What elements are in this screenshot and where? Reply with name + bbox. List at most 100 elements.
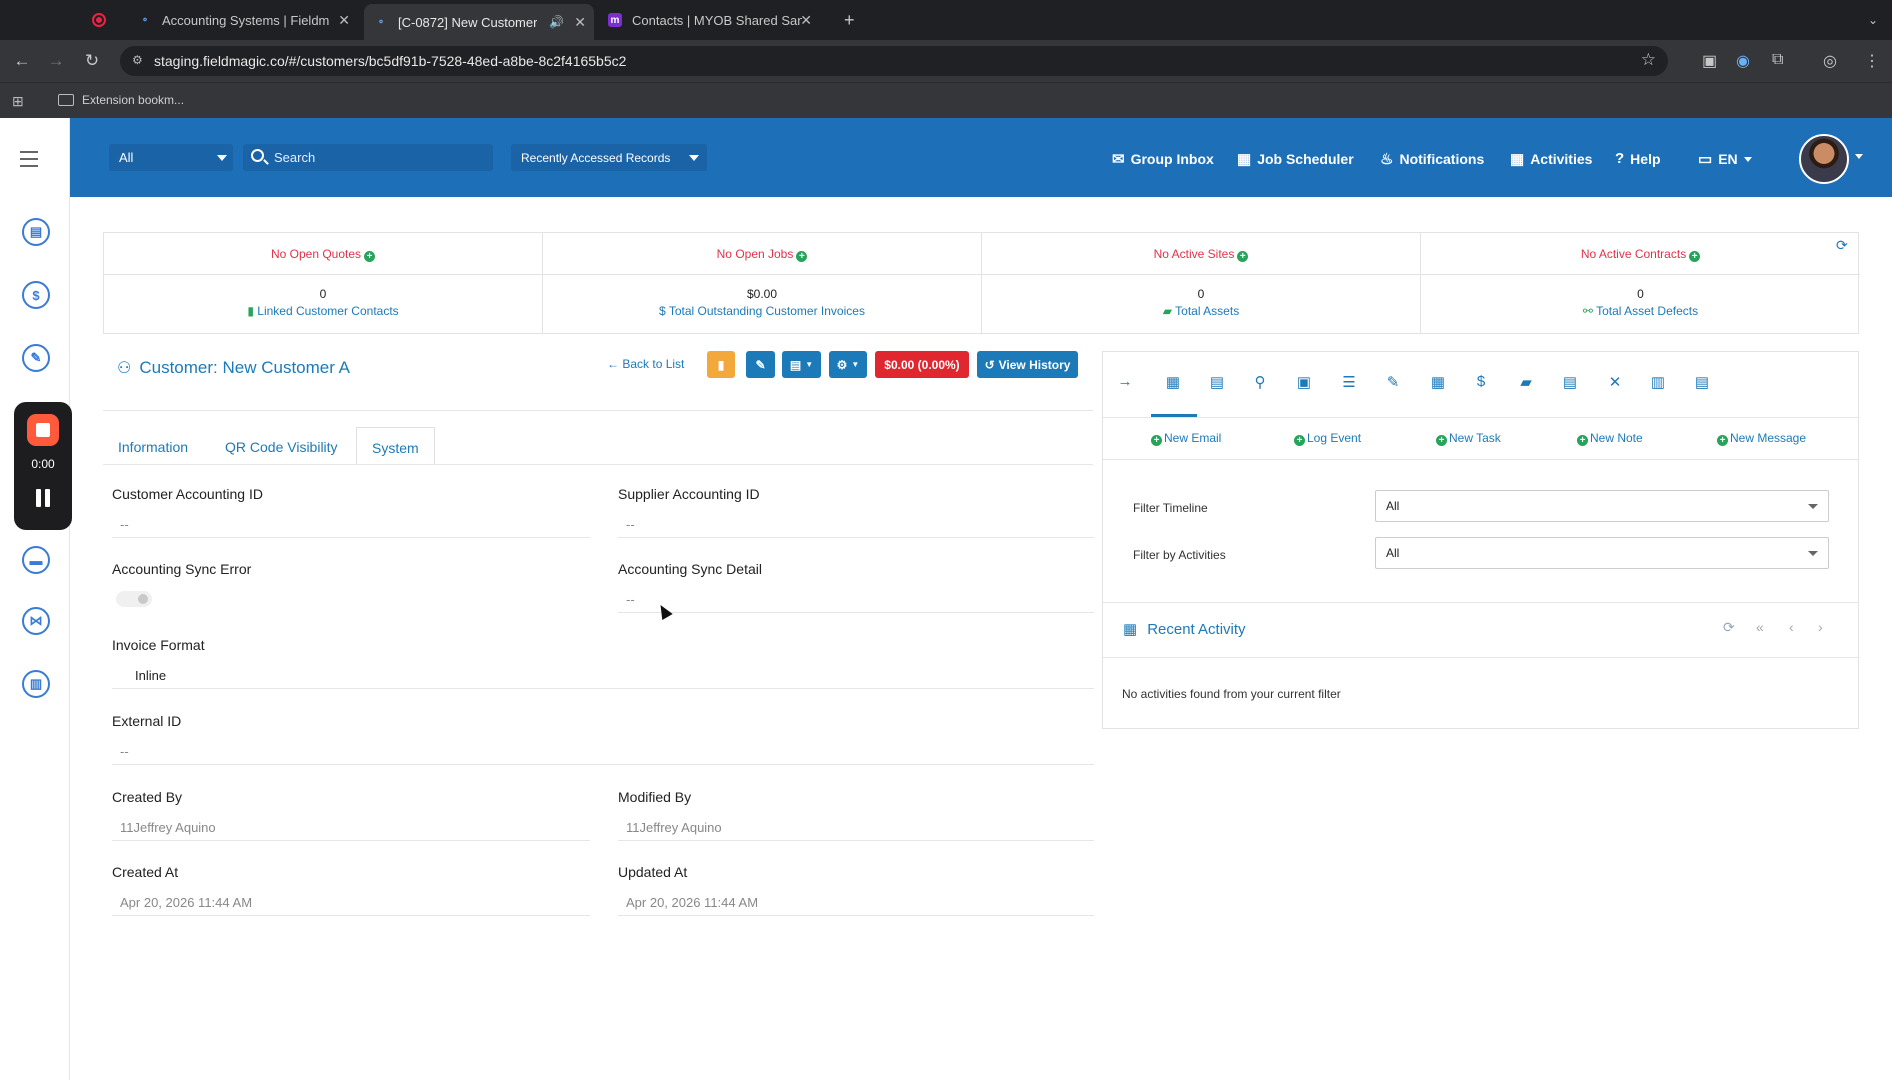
language-select[interactable]: ▭ EN (1698, 150, 1752, 168)
wrench-icon[interactable]: ✎ (22, 344, 50, 372)
accounting-sync-error-toggle[interactable] (116, 591, 152, 607)
add-circle-icon[interactable]: + (364, 251, 376, 262)
pause-icon[interactable] (35, 489, 51, 507)
browser-tab-customer[interactable]: ∘ [C-0872] New Customer 🔊 ✕ (364, 4, 594, 40)
dollar-icon[interactable]: $ (1471, 373, 1491, 393)
new-task-button[interactable]: + New Task (1436, 431, 1501, 446)
arrow-right-icon[interactable]: → (1115, 373, 1135, 393)
scope-select[interactable]: All (109, 144, 233, 171)
site-info-icon[interactable]: ⚙ (132, 53, 146, 67)
settings-dropdown-button[interactable]: ⚙ ▼ (829, 351, 867, 378)
open-quotes-link[interactable]: No Open Quotes + (104, 233, 542, 275)
reload-icon[interactable]: ↻ (82, 51, 102, 71)
add-circle-icon[interactable]: + (796, 251, 808, 262)
tab-qr-code-visibility[interactable]: QR Code Visibility (225, 427, 338, 465)
edit-button[interactable]: ✎ (746, 351, 775, 378)
tab-search-icon[interactable]: ⌄ (1858, 6, 1884, 34)
document-icon[interactable]: ▤ (1560, 373, 1580, 393)
add-circle-icon[interactable]: + (1237, 251, 1249, 262)
extensions-puzzle-icon[interactable]: ⧉ (1772, 51, 1783, 69)
help-link[interactable]: ? Help (1615, 150, 1661, 167)
dollar-icon[interactable]: $ (22, 281, 50, 309)
browser-tab-bar: ∘ Accounting Systems | Fieldm ✕ ∘ [C-087… (0, 0, 1892, 40)
url-input[interactable]: ⚙ staging.fieldmagic.co/#/customers/bc5d… (120, 46, 1668, 76)
briefcase-icon[interactable]: ▰ (1516, 373, 1536, 393)
back-arrow-icon[interactable]: ← (12, 51, 32, 71)
tab-audio-icon[interactable]: 🔊 (549, 15, 564, 29)
tab-close-icon[interactable]: ✕ (574, 14, 586, 31)
browser-tab-myob[interactable]: m Contacts | MYOB Shared San ✕ (598, 6, 820, 34)
stop-recording-button[interactable] (27, 414, 59, 446)
notifications-label: Notifications (1399, 151, 1485, 167)
add-circle-icon[interactable]: + (1689, 251, 1701, 262)
file-text-icon[interactable]: ▤ (1692, 373, 1712, 393)
asset-defects-link[interactable]: ⚯ Total Asset Defects (1421, 301, 1860, 318)
new-tab-icon[interactable]: + (834, 6, 860, 34)
browser-tab-accounting[interactable]: ∘ Accounting Systems | Fieldm ✕ (128, 6, 358, 34)
search-input[interactable]: Search (243, 144, 493, 171)
extension-icon[interactable]: ◉ (1736, 51, 1750, 71)
active-sites-link[interactable]: No Active Sites + (982, 233, 1420, 275)
app-header: All Search Recently Accessed Records ✉ G… (70, 118, 1892, 197)
customer-title-text: Customer: New Customer A (139, 358, 351, 377)
group-inbox-link[interactable]: ✉ Group Inbox (1112, 150, 1214, 168)
new-note-button[interactable]: + New Note (1577, 431, 1643, 446)
open-jobs-link[interactable]: No Open Jobs + (543, 233, 981, 275)
tab-information[interactable]: Information (118, 427, 188, 465)
folder-icon[interactable]: ▬ (22, 546, 50, 574)
filter-timeline-select[interactable]: All (1375, 490, 1829, 522)
notifications-link[interactable]: ♨ Notifications (1380, 150, 1484, 168)
activities-link[interactable]: ▦ Activities (1510, 150, 1592, 168)
contacts-icon[interactable]: ▤ (22, 218, 50, 246)
refresh-icon[interactable]: ⟳ (1723, 619, 1735, 636)
view-history-button[interactable]: ↺ View History (977, 351, 1078, 378)
list-icon[interactable]: ☰ (1339, 373, 1359, 393)
document-icon[interactable]: ▤ (1207, 373, 1227, 393)
previous-page-icon[interactable]: ‹ (1789, 619, 1794, 635)
document-dropdown-button[interactable]: ▤ ▼ (782, 351, 821, 378)
linked-contacts-link[interactable]: ▮ Linked Customer Contacts (104, 301, 542, 318)
active-contracts-link[interactable]: No Active Contracts + (1421, 233, 1860, 275)
chevron-down-icon[interactable] (1855, 154, 1863, 159)
outstanding-invoices-link[interactable]: $ Total Outstanding Customer Invoices (543, 301, 981, 318)
accounting-sync-error-label: Accounting Sync Error (112, 561, 252, 577)
delete-button[interactable]: ▮ (707, 351, 735, 378)
extension-icon[interactable]: ▣ (1702, 51, 1717, 71)
tools-icon[interactable]: ✕ (1605, 373, 1625, 393)
map-marker-icon[interactable]: ⚲ (1250, 373, 1270, 393)
refresh-icon[interactable]: ⟳ (1836, 237, 1848, 254)
balance-badge[interactable]: $0.00 (0.00%) (875, 351, 969, 378)
new-message-button[interactable]: + New Message (1717, 431, 1806, 446)
wrench-icon[interactable]: ✎ (1383, 373, 1403, 393)
back-to-list-link[interactable]: ← Back to List (607, 357, 684, 371)
chevron-down-icon: ▼ (805, 360, 814, 369)
first-page-icon[interactable]: « (1756, 619, 1764, 635)
new-email-button[interactable]: + New Email (1151, 431, 1221, 446)
log-event-button[interactable]: + Log Event (1294, 431, 1361, 446)
tab-system[interactable]: System (356, 427, 435, 465)
calendar-icon[interactable]: ▦ (1163, 373, 1183, 393)
invoice-icon[interactable]: ▥ (1648, 373, 1668, 393)
recent-records-dropdown[interactable]: Recently Accessed Records (511, 144, 707, 171)
job-scheduler-link[interactable]: ▦ Job Scheduler (1237, 150, 1354, 168)
filter-activities-select[interactable]: All (1375, 537, 1829, 569)
document-icon[interactable]: ▥ (22, 670, 50, 698)
bookmark-folder[interactable]: Extension bookm... (58, 93, 184, 107)
workflow-icon[interactable]: ⋈ (22, 607, 50, 635)
trash-icon: ▮ (717, 357, 725, 372)
tab-close-icon[interactable]: ✕ (800, 12, 812, 29)
forward-arrow-icon[interactable]: → (46, 51, 66, 71)
bookmark-star-icon[interactable]: ☆ (1641, 50, 1656, 70)
avatar[interactable] (1799, 134, 1849, 184)
browser-menu-icon[interactable]: ⋮ (1864, 51, 1880, 71)
next-page-icon[interactable]: › (1818, 619, 1823, 635)
filter-timeline-label: Filter Timeline (1133, 501, 1208, 515)
new-message-label: New Message (1730, 431, 1807, 445)
profile-icon[interactable]: ◎ (1823, 51, 1837, 71)
hamburger-menu-icon[interactable] (20, 151, 38, 172)
total-assets-link[interactable]: ▰ Total Assets (982, 301, 1420, 318)
tab-close-icon[interactable]: ✕ (338, 12, 350, 29)
calendar-icon[interactable]: ▦ (1428, 373, 1448, 393)
contact-card-icon[interactable]: ▣ (1294, 373, 1314, 393)
apps-grid-icon[interactable]: ⊞ (12, 93, 24, 110)
